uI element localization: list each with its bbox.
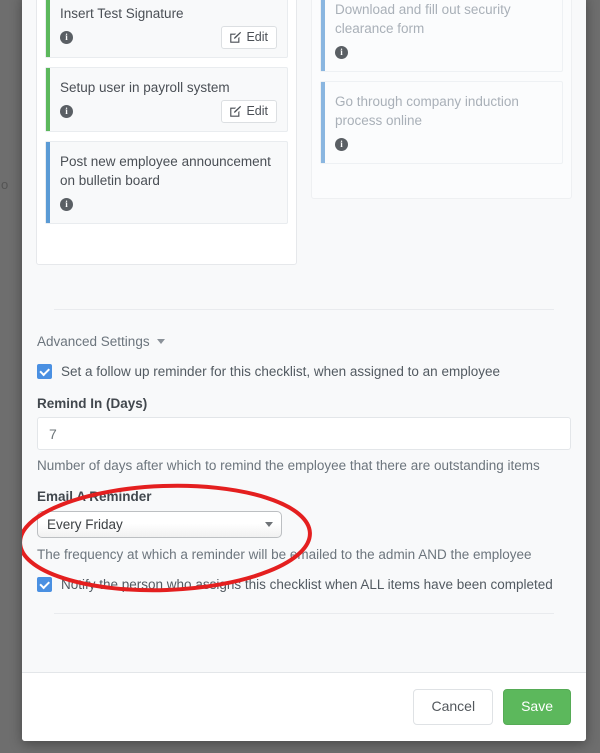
advanced-settings-toggle[interactable]: Advanced Settings: [37, 332, 167, 351]
edit-button-label: Edit: [246, 30, 268, 44]
pencil-square-icon: [229, 105, 242, 118]
info-icon[interactable]: i: [335, 137, 348, 151]
notify-assigner-label: Notify the person who assigns this check…: [61, 577, 553, 592]
table-row[interactable]: Download and fill out security clearance…: [320, 0, 563, 72]
info-icon[interactable]: i: [335, 45, 348, 59]
notify-assigner-row[interactable]: Notify the person who assigns this check…: [37, 576, 571, 593]
notify-assigner-checkbox[interactable]: [37, 577, 52, 592]
info-icon[interactable]: i: [60, 197, 73, 211]
table-row[interactable]: Setup user in payroll system i Edit: [45, 67, 288, 132]
item-title: Go through company induction process onl…: [335, 94, 519, 128]
status-bar: [46, 142, 50, 223]
email-reminder-select[interactable]: Every Friday: [37, 511, 282, 538]
active-items-column: Insert Test Signature i Edit Setup user …: [36, 0, 297, 265]
table-row[interactable]: Post new employee announcement on bullet…: [45, 141, 288, 224]
modal-footer: Cancel Save: [22, 672, 586, 741]
item-title: Setup user in payroll system: [60, 80, 230, 95]
item-title: Download and fill out security clearance…: [335, 2, 511, 36]
done-items-column: Download and fill out security clearance…: [311, 0, 572, 199]
table-row[interactable]: Go through company induction process onl…: [320, 81, 563, 164]
follow-up-reminder-label: Set a follow up reminder for this checkl…: [61, 364, 500, 379]
info-icon[interactable]: i: [60, 105, 73, 118]
caret-down-icon: [156, 339, 165, 344]
email-reminder-select-wrap: Every Friday: [37, 511, 282, 538]
item-footer: i: [60, 193, 277, 215]
done-items-panel: Download and fill out security clearance…: [311, 0, 572, 199]
follow-up-reminder-checkbox[interactable]: [37, 364, 52, 379]
status-bar: [46, 68, 50, 131]
email-reminder-selected-value: Every Friday: [47, 517, 123, 532]
cancel-button[interactable]: Cancel: [413, 689, 494, 725]
advanced-settings-label: Advanced Settings: [37, 334, 150, 349]
item-footer: i: [335, 133, 552, 155]
info-icon[interactable]: i: [60, 31, 73, 44]
checklist-item-columns: Insert Test Signature i Edit Setup user …: [22, 0, 586, 265]
active-items-panel: Insert Test Signature i Edit Setup user …: [36, 0, 297, 265]
advanced-section-divider: [54, 613, 554, 614]
edit-button[interactable]: Edit: [221, 26, 277, 49]
item-title: Post new employee announcement on bullet…: [60, 154, 271, 188]
status-bar: [321, 0, 325, 71]
checklist-settings-modal: Insert Test Signature i Edit Setup user …: [22, 0, 586, 741]
edit-button[interactable]: Edit: [221, 100, 277, 123]
status-bar: [46, 0, 50, 57]
edit-button-label: Edit: [246, 104, 268, 118]
backdrop-partial-glyph: o: [1, 177, 9, 192]
item-footer: i Edit: [60, 100, 277, 123]
email-reminder-help: The frequency at which a reminder will b…: [37, 547, 532, 562]
save-button[interactable]: Save: [503, 689, 571, 725]
modal-body: Insert Test Signature i Edit Setup user …: [22, 0, 586, 672]
advanced-settings-section: Advanced Settings Set a follow up remind…: [22, 310, 586, 614]
table-row[interactable]: Insert Test Signature i Edit: [45, 0, 288, 58]
follow-up-reminder-row[interactable]: Set a follow up reminder for this checkl…: [37, 363, 571, 380]
pencil-square-icon: [229, 31, 242, 44]
item-footer: i Edit: [60, 26, 277, 49]
item-footer: i: [335, 41, 552, 63]
email-reminder-label: Email A Reminder: [37, 489, 152, 504]
remind-in-label: Remind In (Days): [37, 396, 148, 411]
remind-in-input[interactable]: [37, 417, 571, 450]
item-title: Insert Test Signature: [60, 6, 184, 21]
status-bar: [321, 82, 325, 163]
remind-in-help: Number of days after which to remind the…: [37, 458, 540, 473]
